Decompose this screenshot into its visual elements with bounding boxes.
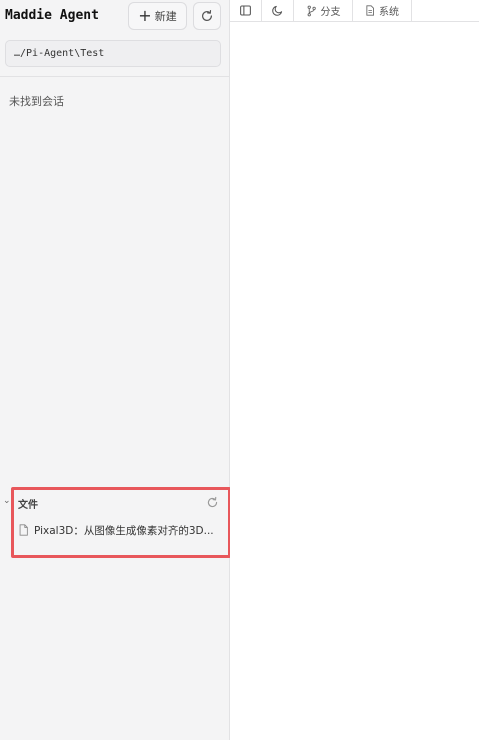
sidebar-divider — [0, 76, 229, 77]
git-branch-icon — [307, 5, 316, 16]
refresh-icon — [202, 9, 212, 21]
branch-label: 分支 — [320, 7, 341, 18]
refresh-icon[interactable] — [206, 496, 219, 509]
system-label: 系统 — [379, 7, 399, 18]
app-title: Maddie Agent — [5, 8, 99, 23]
sidebar: Maddie Agent + 新建 …/Pi-Agent\Test 未找到会话 … — [0, 0, 230, 740]
new-session-button[interactable]: + 新建 — [128, 2, 187, 30]
main-content-area — [230, 22, 479, 740]
moon-icon — [272, 5, 283, 16]
file-name: Pixal3D：从图像生成像素对齐的3D... — [34, 524, 214, 537]
branch-button[interactable]: 分支 — [294, 0, 353, 21]
no-sessions-message: 未找到会话 — [9, 95, 64, 108]
sidebar-toggle-icon — [240, 5, 251, 16]
plus-icon: + — [138, 6, 152, 25]
files-header[interactable]: 文件 — [18, 496, 38, 511]
files-section: ⌄ 文件 Pixal3D：从图像生成像素对齐的3D... — [0, 488, 230, 558]
system-button[interactable]: 系统 — [353, 0, 412, 21]
working-directory-text: …/Pi-Agent\Test — [14, 48, 105, 59]
chevron-down-icon[interactable]: ⌄ — [3, 496, 11, 506]
toggle-sidebar-button[interactable] — [230, 0, 262, 21]
document-icon — [366, 5, 374, 16]
refresh-sessions-button[interactable] — [193, 2, 221, 30]
theme-toggle-button[interactable] — [262, 0, 294, 21]
file-list-item[interactable]: Pixal3D：从图像生成像素对齐的3D... — [18, 520, 222, 540]
new-session-label: 新建 — [154, 10, 177, 23]
file-icon — [19, 524, 28, 536]
top-toolbar: 分支 系统 — [230, 0, 479, 22]
working-directory-field[interactable]: …/Pi-Agent\Test — [5, 40, 221, 67]
